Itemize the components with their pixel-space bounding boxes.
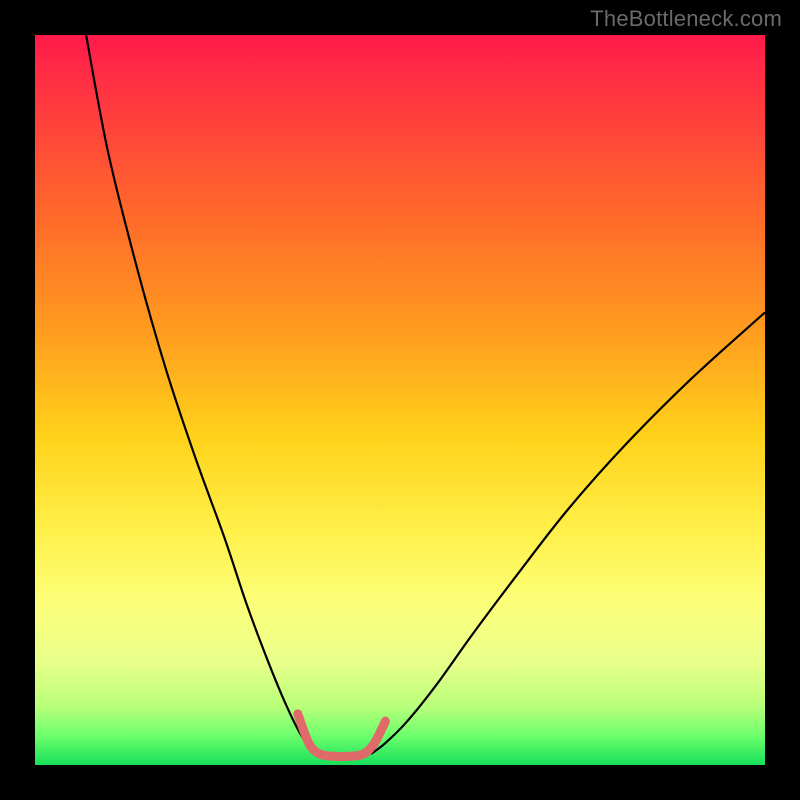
valley-highlight [298, 714, 386, 757]
plot-area [35, 35, 765, 765]
curve-layer [35, 35, 765, 765]
watermark-text: TheBottleneck.com [590, 6, 782, 32]
curve-left-arm [86, 35, 320, 754]
curve-right-arm [371, 312, 765, 754]
